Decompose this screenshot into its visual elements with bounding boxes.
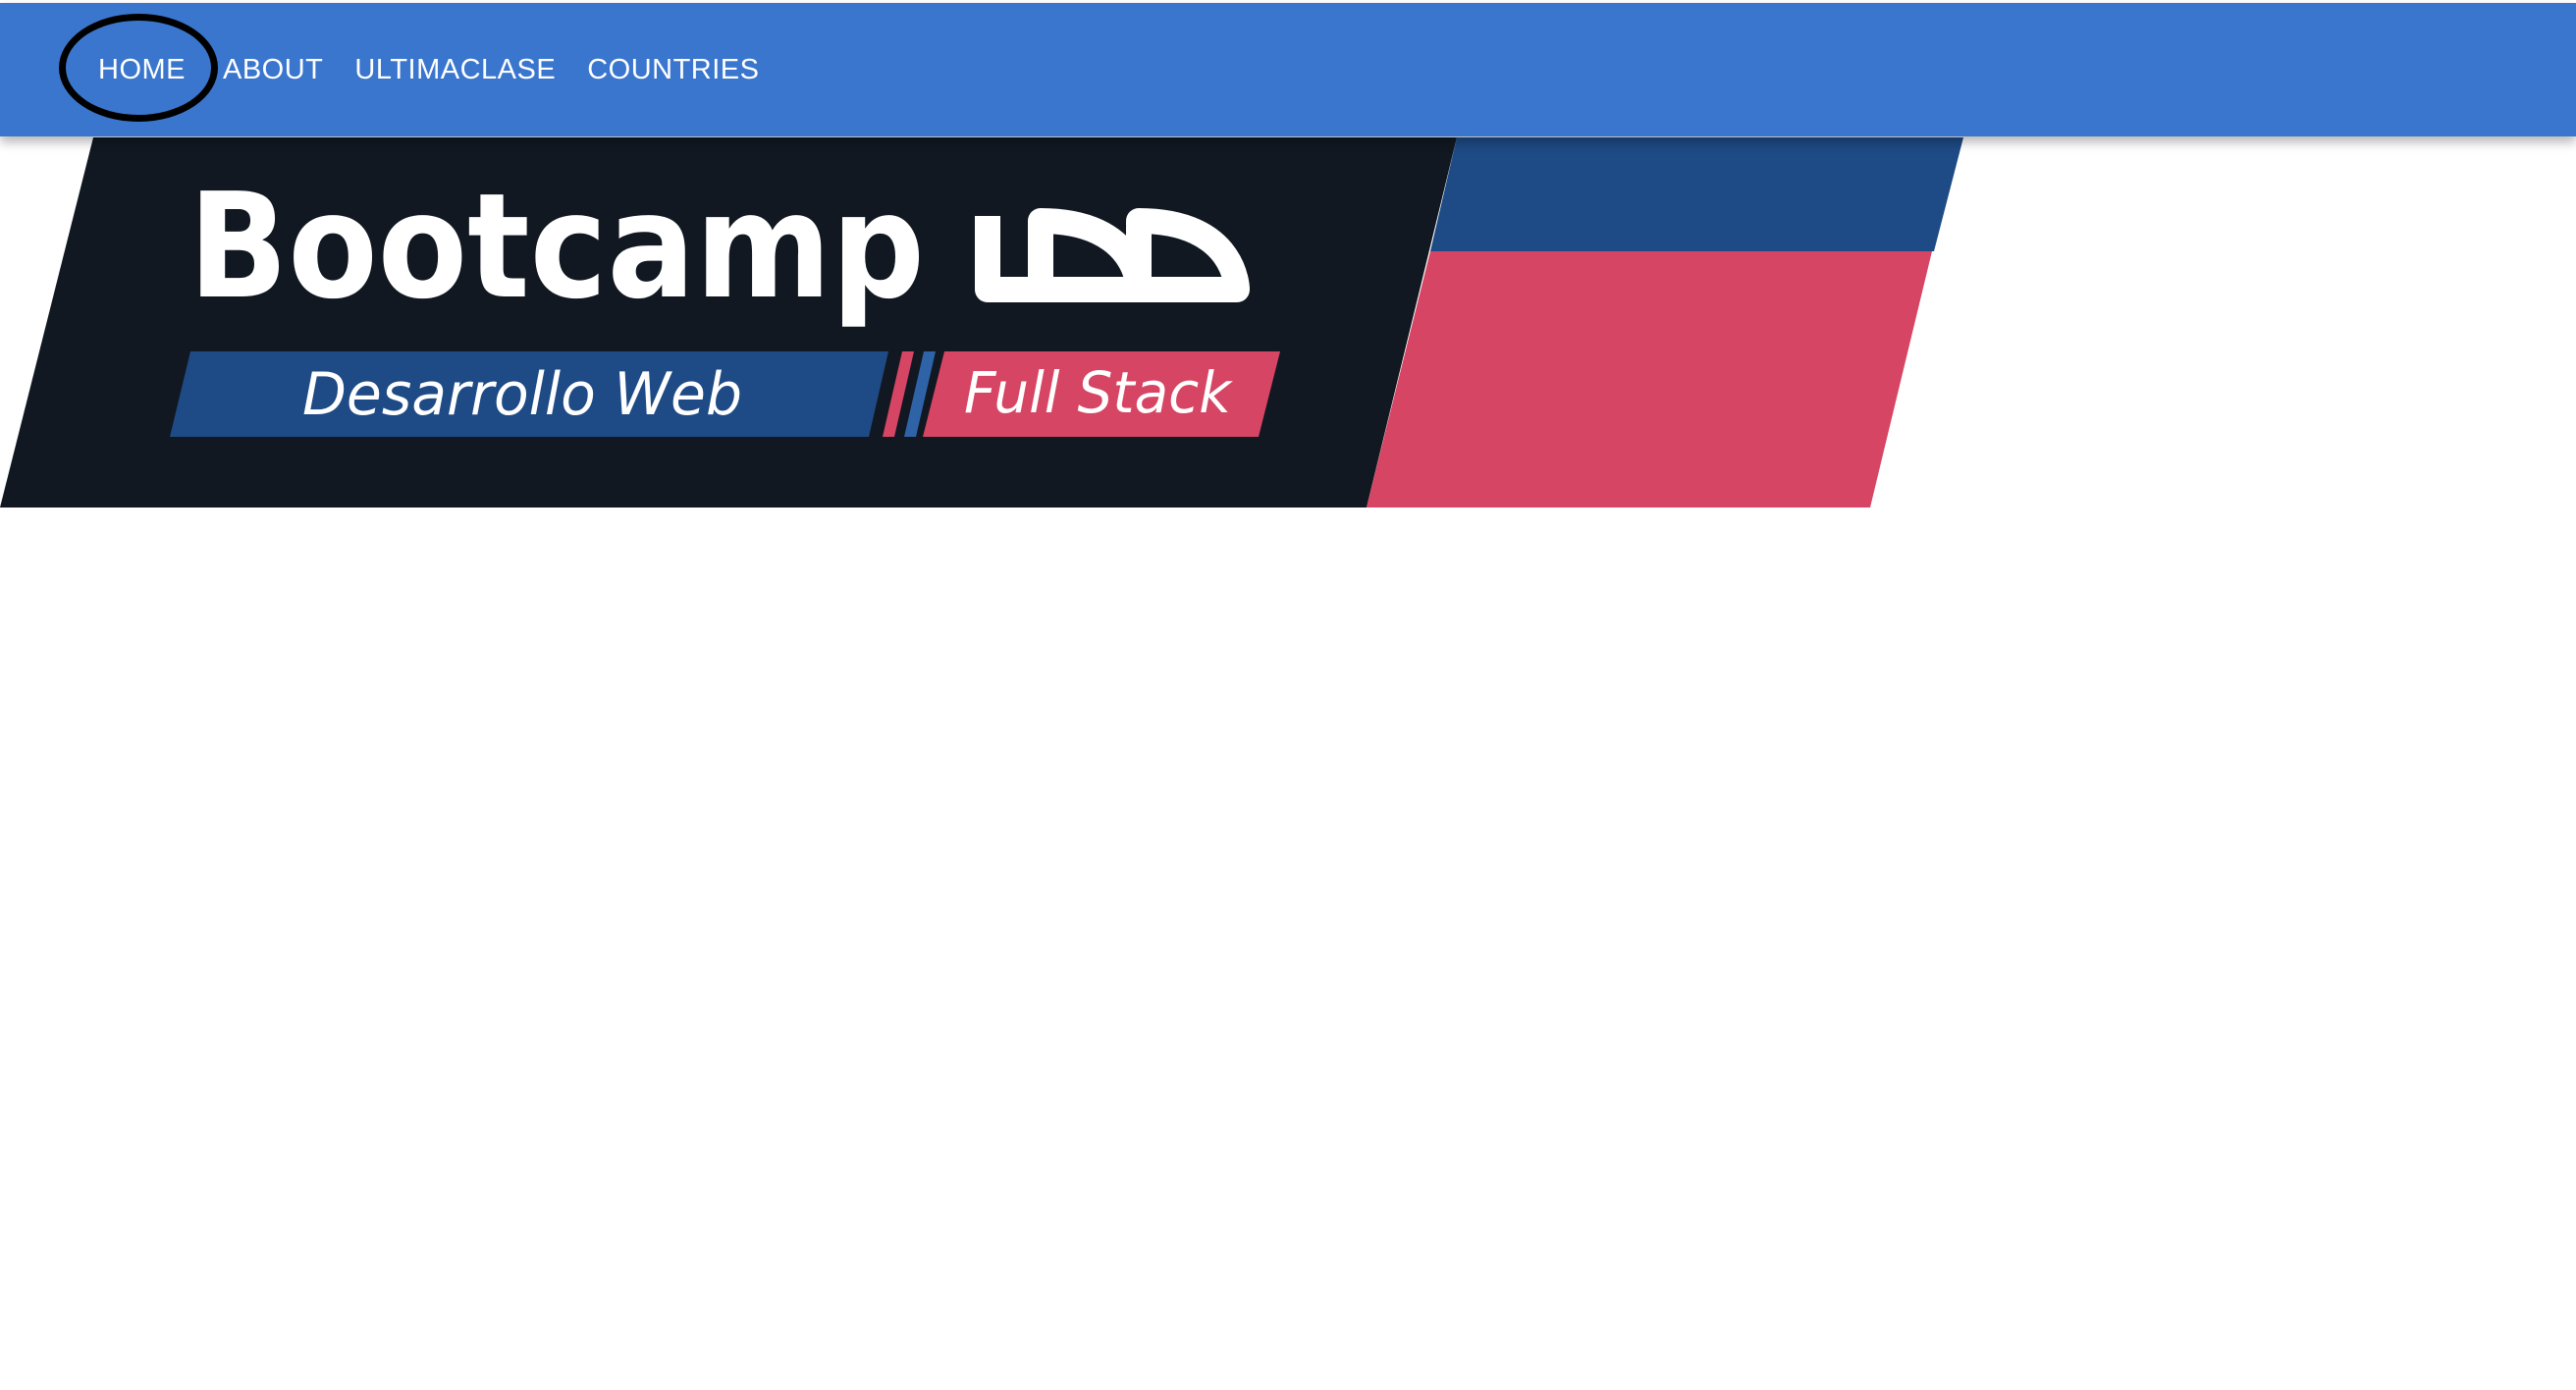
page: HOME ABOUT ULTIMACLASE COUNTRIES Bootcam… bbox=[0, 0, 2576, 1390]
subtitle-left: Desarrollo Web bbox=[302, 360, 742, 429]
top-navbar: HOME ABOUT ULTIMACLASE COUNTRIES bbox=[0, 3, 2576, 136]
banner-blue-block bbox=[1430, 137, 1963, 251]
nav-link-countries[interactable]: COUNTRIES bbox=[587, 55, 759, 84]
banner-pink-block bbox=[1367, 251, 1932, 508]
banner-title: Bootcamp bbox=[188, 162, 925, 331]
nav-link-home[interactable]: HOME bbox=[98, 55, 186, 84]
nav-link-about[interactable]: ABOUT bbox=[223, 55, 323, 84]
nav-links: HOME ABOUT ULTIMACLASE COUNTRIES bbox=[98, 3, 760, 136]
subtitle-right: Full Stack bbox=[964, 359, 1233, 426]
bootcamp-banner: Bootcamp Desarrollo Web Full Stack bbox=[0, 137, 1963, 508]
banner-graphic: Bootcamp Desarrollo Web Full Stack bbox=[0, 137, 1963, 508]
nav-link-ultimaclase[interactable]: ULTIMACLASE bbox=[354, 55, 556, 84]
